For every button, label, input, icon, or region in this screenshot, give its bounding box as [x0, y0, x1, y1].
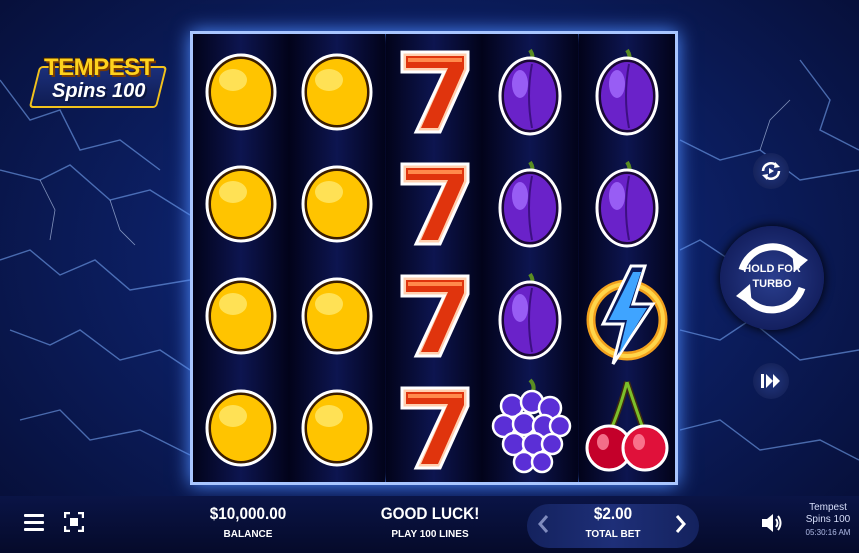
lemon-icon: [289, 372, 385, 482]
game-logo: TEMPEST Spins 100: [28, 52, 168, 114]
lemon-icon: [289, 260, 385, 370]
lemon-icon: [193, 260, 289, 370]
status-message: GOOD LUCK!: [380, 504, 480, 523]
balance-value: $10,000.00: [209, 504, 287, 523]
reel-column: [289, 34, 386, 482]
quick-spin-button[interactable]: [753, 363, 789, 399]
chevron-left-icon: [538, 515, 549, 533]
lines-label: PLAY 100 LINES: [391, 529, 469, 540]
decrease-bet-button[interactable]: [537, 514, 549, 540]
lemon-icon: [193, 148, 289, 258]
clock: 05:30:16 AM: [805, 528, 851, 537]
spin-label-line2: TURBO: [752, 278, 792, 290]
plum-icon: [579, 36, 675, 146]
reel-column: [385, 34, 482, 482]
menu-icon-line: [24, 514, 44, 517]
reel-grid: [190, 31, 678, 485]
speaker-icon: [762, 514, 782, 532]
cherries-icon: [579, 372, 675, 482]
spin-button-label: HOLD FOR TURBO: [720, 262, 824, 292]
total-bet-value: $2.00: [593, 504, 633, 523]
plum-icon: [482, 36, 578, 146]
increase-bet-button[interactable]: [675, 514, 687, 540]
menu-icon-line: [24, 521, 44, 524]
plum-icon: [482, 148, 578, 258]
seven-icon: [386, 36, 482, 146]
bet-selector: $2.00 TOTAL BET: [527, 504, 699, 548]
plum-icon: [579, 148, 675, 258]
fullscreen-button[interactable]: [63, 511, 85, 533]
lightning-bolt-icon: [579, 260, 675, 370]
reel-column: [193, 34, 289, 482]
game-name-line2: Spins 100: [805, 514, 851, 525]
menu-button[interactable]: [24, 514, 44, 532]
sound-button[interactable]: [760, 512, 784, 534]
reel-column: [482, 34, 579, 482]
seven-icon: [386, 148, 482, 258]
balance-label: BALANCE: [223, 529, 273, 540]
logo-title: TEMPEST: [44, 54, 154, 81]
plum-icon: [482, 260, 578, 370]
lemon-icon: [193, 372, 289, 482]
total-bet-label: TOTAL BET: [585, 529, 641, 540]
reel-column: [578, 34, 675, 482]
chevron-right-icon: [675, 515, 686, 533]
lemon-icon: [289, 148, 385, 258]
game-name-line1: Tempest: [809, 502, 847, 513]
spin-button[interactable]: HOLD FOR TURBO: [720, 226, 824, 330]
fullscreen-icon: [63, 511, 85, 533]
seven-icon: [386, 260, 482, 370]
autoplay-button[interactable]: [753, 153, 789, 189]
bottom-bar: $10,000.00 BALANCE GOOD LUCK! PLAY 100 L…: [0, 496, 859, 553]
grapes-icon: [482, 372, 578, 482]
lemon-icon: [289, 36, 385, 146]
logo-subtitle: Spins 100: [52, 80, 146, 102]
lemon-icon: [193, 36, 289, 146]
fast-forward-icon: [761, 374, 780, 388]
menu-icon-line: [24, 528, 44, 531]
seven-icon: [386, 372, 482, 482]
game-name: Tempest Spins 100: [800, 502, 856, 526]
spin-label-line1: HOLD FOR: [743, 263, 801, 275]
autoplay-icon: [761, 162, 781, 180]
